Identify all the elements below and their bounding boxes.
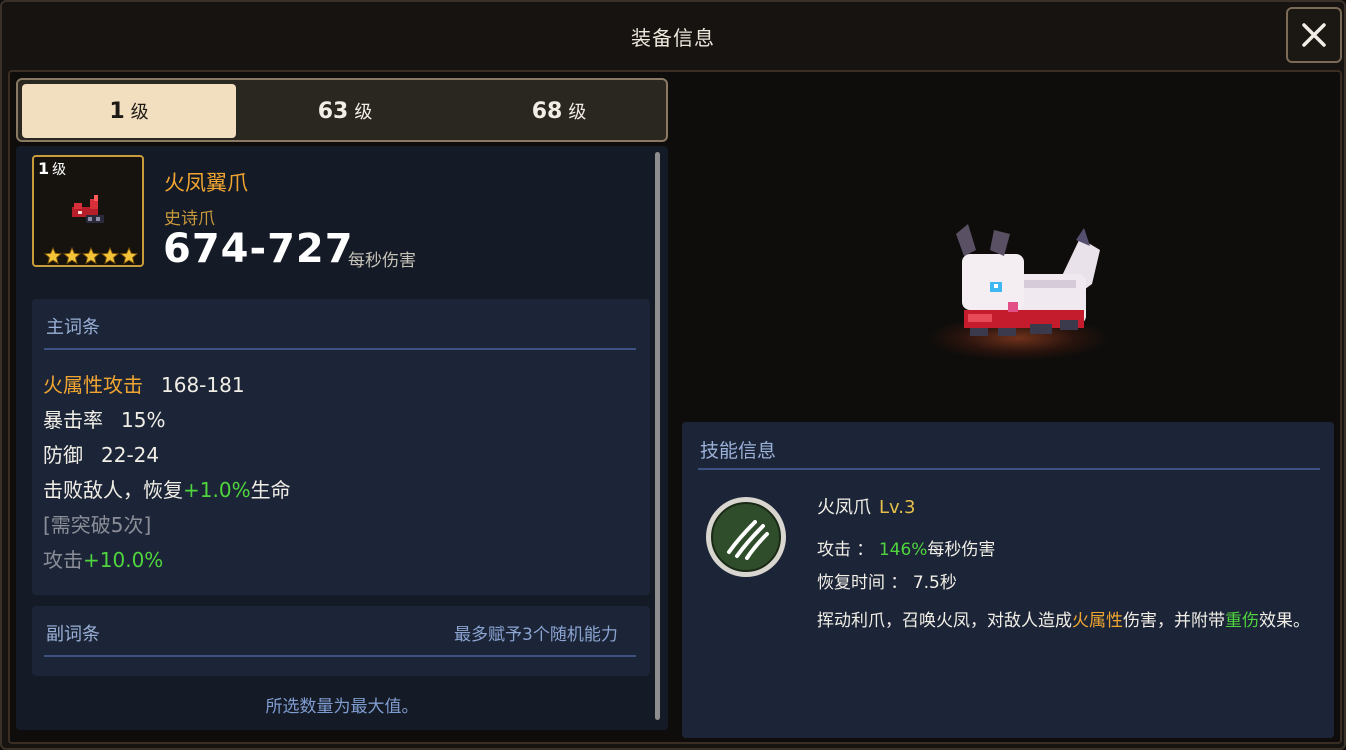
skill-name: 火凤爪 Lv.3 bbox=[817, 497, 916, 518]
star-icon bbox=[101, 247, 119, 265]
star-icon bbox=[120, 247, 138, 265]
item-name: 火凤翼爪 bbox=[164, 171, 248, 195]
skill-icon-button[interactable] bbox=[706, 497, 786, 577]
locked-requirement-note: [需突破5次] bbox=[43, 513, 152, 537]
tab-level-63[interactable]: 63 级 bbox=[238, 84, 452, 138]
skill-description: 挥动利爪，召唤火凤，对敌人造成火属性伤害，并附带重伤效果。 bbox=[817, 611, 1310, 631]
item-icon-level: 1级 bbox=[38, 159, 67, 178]
tab-level-1[interactable]: 1级 bbox=[22, 84, 236, 138]
tab-level-68[interactable]: 68 级 bbox=[452, 84, 666, 138]
close-button[interactable] bbox=[1286, 7, 1342, 63]
skill-attack-line: 攻击 ： 146%每秒伤害 bbox=[817, 540, 996, 560]
claw-slash-icon bbox=[727, 520, 769, 560]
rarity-stars bbox=[44, 247, 138, 265]
claw-weapon-icon bbox=[72, 195, 104, 223]
sub-stats-divider bbox=[44, 655, 636, 657]
tab-level-68-unit: 级 bbox=[568, 102, 587, 123]
skill-divider bbox=[698, 468, 1320, 470]
skill-panel-title: 技能信息 bbox=[700, 440, 777, 462]
stat-crit-rate: 暴击率 15% bbox=[43, 408, 166, 432]
window-title: 装备信息 bbox=[631, 26, 715, 50]
main-stats-title: 主词条 bbox=[46, 317, 100, 338]
sub-stats-note: 最多赋予3个随机能力 bbox=[454, 625, 618, 645]
star-icon bbox=[44, 247, 62, 265]
level-tabs: 1级 63 级 68 级 bbox=[16, 78, 668, 142]
item-dps-value: 674-727 bbox=[163, 226, 354, 272]
wolf-pet-sprite bbox=[956, 224, 1100, 336]
star-icon bbox=[63, 247, 81, 265]
sub-stats-title: 副词条 bbox=[46, 624, 100, 645]
detail-scrollbar[interactable] bbox=[655, 152, 660, 720]
tab-level-63-unit: 级 bbox=[354, 102, 373, 123]
max-selection-note: 所选数量为最大值。 bbox=[265, 697, 419, 717]
star-icon bbox=[82, 247, 100, 265]
tab-level-1-unit: 级 bbox=[130, 102, 149, 123]
stat-fire-attack: 火属性攻击 168-181 bbox=[43, 373, 245, 397]
skill-cooldown-line: 恢复时间 ： 7.5秒 bbox=[817, 573, 957, 593]
close-icon bbox=[1302, 23, 1326, 47]
item-icon-slot[interactable]: 1级 bbox=[32, 155, 144, 267]
item-dps-label: 每秒伤害 bbox=[348, 251, 416, 271]
tab-level-1-number: 1 bbox=[109, 98, 125, 124]
stat-locked-attack: 攻击+10.0% bbox=[43, 548, 164, 572]
tab-level-63-number: 63 bbox=[317, 98, 349, 124]
stat-kill-heal-effect: 击败敌人，恢复+1.0%生命 bbox=[43, 478, 291, 502]
tab-level-68-number: 68 bbox=[531, 98, 563, 124]
main-stats-divider bbox=[44, 348, 636, 350]
stat-defense: 防御 22-24 bbox=[43, 443, 160, 467]
